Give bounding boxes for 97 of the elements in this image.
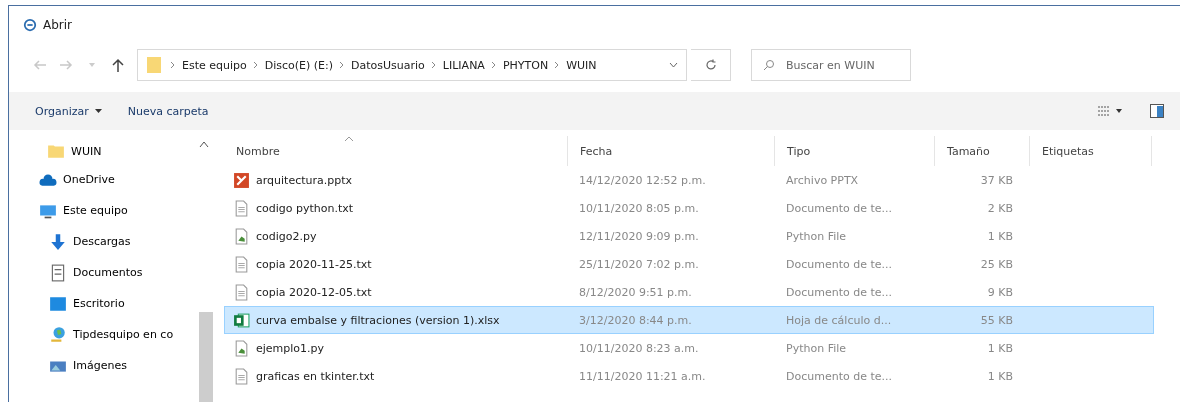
file-name: ejemplo1.py xyxy=(256,341,325,355)
download-icon xyxy=(49,232,67,251)
file-row[interactable]: codigo python.txt 10/11/2020 8:05 p.m. Documento de te... 2 KB xyxy=(224,194,1154,222)
breadcrumb[interactable]: DatosUsuario xyxy=(351,58,425,72)
file-name: copia 2020-11-25.txt xyxy=(256,257,372,271)
file-name: codigo python.txt xyxy=(256,201,354,215)
document-icon xyxy=(49,263,67,282)
size-cell-text: 1 KB xyxy=(986,229,1014,243)
date-cell-text: 3/12/2020 8:44 p.m. xyxy=(578,313,693,327)
date-cell-text: 14/12/2020 12:52 p.m. xyxy=(578,173,707,187)
date-cell-text: 12/11/2020 9:09 p.m. xyxy=(578,229,700,243)
desktop-icon xyxy=(49,294,67,313)
breadcrumb[interactable]: LILIANA xyxy=(442,58,485,72)
script-file-icon xyxy=(233,339,250,357)
date-cell-text: 10/11/2020 8:23 a.m. xyxy=(578,341,700,355)
file-row[interactable]: copia 2020-11-25.txt 25/11/2020 7:02 p.m. Documento de te... 25 KB xyxy=(224,250,1154,278)
file-row[interactable]: ejemplo1.py 10/11/2020 8:23 a.m. Python File 1 KB xyxy=(224,334,1154,362)
sidebar-item[interactable]: Este equipo xyxy=(9,195,199,226)
size-cell-text: 2 KB xyxy=(986,201,1014,215)
file-row[interactable]: arquitectura.pptx 14/12/2020 12:52 p.m. Archivo PPTX 37 KB xyxy=(224,166,1154,194)
sidebar-item[interactable]: WUIN xyxy=(9,138,199,164)
type-cell-text: Documento de te... xyxy=(785,201,894,215)
date-cell-text: 25/11/2020 7:02 p.m. xyxy=(578,257,700,271)
size-cell-text: 1 KB xyxy=(986,341,1014,355)
chevron-icon xyxy=(252,61,259,69)
type-cell-text: Documento de te... xyxy=(785,369,894,383)
sidebar-item[interactable]: Documentos xyxy=(9,257,199,288)
type-cell-text: Documento de te... xyxy=(785,257,894,271)
column-header[interactable]: Tipo xyxy=(775,136,935,166)
type-cell-text: Archivo PPTX xyxy=(785,173,860,187)
window-title: Abrir xyxy=(43,18,73,32)
text-file-icon xyxy=(233,255,250,273)
collapse-icon[interactable] xyxy=(199,140,209,148)
file-row[interactable]: curva embalse y filtraciones (version 1).xlsx 3/12/2020 8:44 p.m. Hoja de cálculo d... 55 KB xyxy=(224,306,1154,334)
date-cell-text: 10/11/2020 8:05 p.m. xyxy=(578,201,700,215)
file-name: codigo2.py xyxy=(256,229,317,243)
breadcrumb[interactable]: PHYTON xyxy=(502,58,549,72)
file-name: copia 2020-12-05.txt xyxy=(256,285,372,299)
type-cell-text: Python File xyxy=(785,229,848,243)
sidebar-item[interactable]: Imágenes xyxy=(9,350,199,381)
file-name: arquitectura.pptx xyxy=(256,173,353,187)
new-folder-button[interactable]: Nueva carpeta xyxy=(123,102,213,120)
chevron-icon xyxy=(490,61,497,69)
caret-icon xyxy=(89,63,95,67)
scrollbar-thumb[interactable] xyxy=(199,312,213,402)
file-name: curva embalse y filtraciones (version 1).xlsx xyxy=(256,313,500,327)
sort-icon xyxy=(344,136,354,142)
refresh-icon xyxy=(704,59,717,71)
up-arrow-icon xyxy=(112,58,124,72)
sidebar-item[interactable]: OneDrive xyxy=(9,164,199,195)
app-icon xyxy=(23,18,37,32)
type-cell-text: Python File xyxy=(785,341,848,355)
presentation-file-icon xyxy=(233,171,250,189)
date-cell-text: 11/11/2020 11:21 a.m. xyxy=(578,369,707,383)
breadcrumb[interactable]: Disco(E) (E:) xyxy=(264,58,334,72)
size-cell-text: 1 KB xyxy=(986,369,1014,383)
type-cell-text: Documento de te... xyxy=(785,285,894,299)
breadcrumb[interactable]: Este equipo xyxy=(182,58,247,72)
organize-button[interactable]: Organizar xyxy=(31,102,106,120)
size-cell-text: 55 KB xyxy=(979,313,1014,327)
sidebar-item[interactable]: Descargas xyxy=(9,226,199,257)
column-header[interactable]: Nombre xyxy=(224,136,568,166)
dropdown-icon[interactable] xyxy=(669,62,678,68)
file-row[interactable]: copia 2020-12-05.txt 8/12/2020 9:51 p.m. Documento de te... 9 KB xyxy=(224,278,1154,306)
refresh-button[interactable] xyxy=(691,49,731,81)
file-row[interactable]: graficas en tkinter.txt 11/11/2020 11:21 a.m. Documento de te... 1 KB xyxy=(224,362,1154,390)
search-icon xyxy=(763,59,775,71)
column-header[interactable]: Fecha xyxy=(568,136,775,166)
globe-icon xyxy=(49,325,67,344)
text-file-icon xyxy=(233,283,250,301)
chevron-icon xyxy=(170,61,176,69)
forward-arrow-icon xyxy=(59,60,73,70)
text-file-icon xyxy=(233,367,250,385)
column-header[interactable]: Etiquetas xyxy=(1030,136,1152,166)
size-cell-text: 9 KB xyxy=(986,285,1014,299)
address-bar[interactable]: Este equipo Disco(E) (E:) DatosUsuario LILIANA PHYTON WUIN xyxy=(137,49,687,81)
sidebar-item[interactable]: Escritorio xyxy=(9,288,199,319)
breadcrumb[interactable]: WUIN xyxy=(566,58,597,72)
back-arrow-icon xyxy=(33,60,47,70)
file-row[interactable]: codigo2.py 12/11/2020 9:09 p.m. Python File 1 KB xyxy=(224,222,1154,250)
chevron-icon xyxy=(430,61,437,69)
chevron-icon xyxy=(339,61,346,69)
type-cell-text: Hoja de cálculo d... xyxy=(785,313,893,327)
caret-icon xyxy=(94,109,102,113)
date-cell-text: 8/12/2020 9:51 p.m. xyxy=(578,285,693,299)
sidebar-item[interactable]: Tipdesquipo en co xyxy=(9,319,199,350)
column-header[interactable]: Tamaño xyxy=(935,136,1030,166)
folder-icon xyxy=(146,55,164,75)
text-file-icon xyxy=(233,199,250,217)
file-name: graficas en tkinter.txt xyxy=(256,369,375,383)
folder-icon xyxy=(47,142,65,160)
script-file-icon xyxy=(233,227,250,245)
search-field[interactable]: Buscar en WUIN xyxy=(751,49,911,81)
size-cell-text: 25 KB xyxy=(979,257,1014,271)
chevron-icon xyxy=(554,61,561,69)
spreadsheet-file-icon xyxy=(233,311,250,329)
size-cell-text: 37 KB xyxy=(979,173,1014,187)
